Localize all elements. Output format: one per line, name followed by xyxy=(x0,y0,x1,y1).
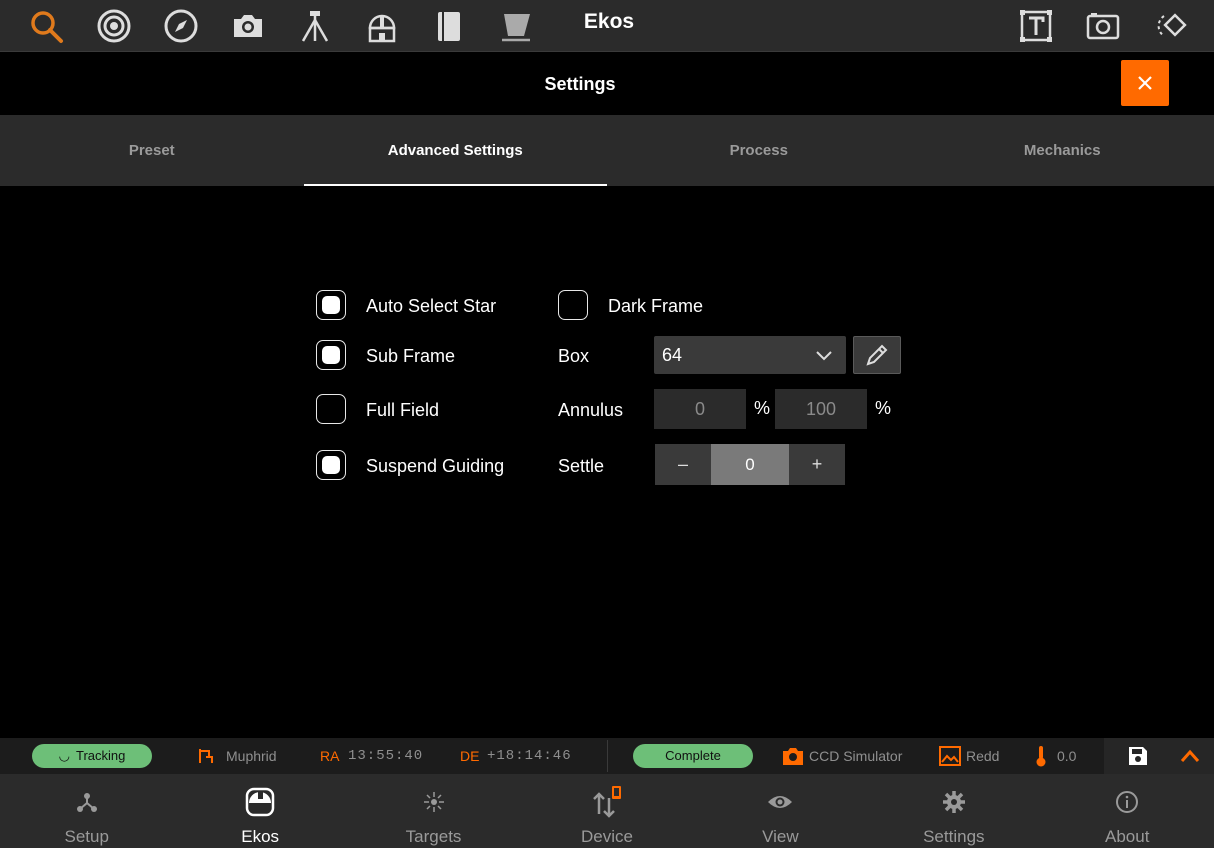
thermometer-icon xyxy=(1036,746,1046,767)
capture-status-badge: Complete xyxy=(633,744,753,768)
box-size-value: 64 xyxy=(662,345,683,365)
box-size-select[interactable]: 64 xyxy=(654,336,846,374)
annulus-inner-input[interactable]: 0 xyxy=(654,389,746,429)
edit-box-button[interactable] xyxy=(853,336,901,374)
settle-decrement-button[interactable]: – xyxy=(655,444,711,485)
setup-icon xyxy=(76,793,97,812)
camera-icon[interactable] xyxy=(226,4,270,48)
tab-preset[interactable]: Preset xyxy=(0,115,304,186)
full-field-checkbox[interactable] xyxy=(316,394,346,424)
eye-icon xyxy=(768,796,793,808)
sub-frame-label: Sub Frame xyxy=(366,346,456,366)
nav-view[interactable]: View xyxy=(694,774,867,848)
tab-mechanics[interactable]: Mechanics xyxy=(911,115,1214,186)
mount-icon xyxy=(199,749,213,763)
book-icon[interactable] xyxy=(427,4,471,48)
nav-setup-label: Setup xyxy=(64,827,109,846)
sub-frame-checkbox[interactable] xyxy=(316,340,346,370)
de-value: +18:14:46 xyxy=(487,748,572,764)
nav-view-label: View xyxy=(762,827,799,846)
close-icon xyxy=(1138,76,1152,90)
de-label: DE xyxy=(460,748,480,764)
screenshot-icon[interactable] xyxy=(1081,4,1125,48)
status-actions xyxy=(1104,738,1214,774)
auto-select-star-checkbox[interactable] xyxy=(316,290,346,320)
suspend-guiding-checkbox[interactable] xyxy=(316,450,346,480)
nav-settings-label: Settings xyxy=(923,827,985,846)
bottom-navigation: Setup Ekos Targets Device View Settings … xyxy=(0,774,1214,848)
nav-device-label: Device xyxy=(580,827,633,846)
temperature-value: 0.0 xyxy=(1057,748,1077,764)
nav-settings[interactable]: Settings xyxy=(867,774,1040,848)
targets-icon xyxy=(423,792,444,812)
tab-advanced-settings[interactable]: Advanced Settings xyxy=(303,115,608,186)
annulus-inner-unit: % xyxy=(754,398,771,418)
text-frame-icon[interactable] xyxy=(1014,4,1058,48)
settle-value[interactable]: 0 xyxy=(711,444,789,485)
advanced-settings-panel: Auto Select Star Sub Frame Full Field Su… xyxy=(0,186,1214,738)
app-title: Ekos xyxy=(583,10,635,33)
top-toolbar: Ekos xyxy=(0,0,1214,52)
full-field-label: Full Field xyxy=(366,400,440,420)
dark-frame-label: Dark Frame xyxy=(608,296,704,316)
tripod-icon[interactable] xyxy=(293,4,337,48)
tab-process[interactable]: Process xyxy=(607,115,911,186)
nav-targets[interactable]: Targets xyxy=(347,774,520,848)
dark-frame-checkbox[interactable] xyxy=(558,290,588,320)
nav-ekos[interactable]: Ekos xyxy=(173,774,346,848)
status-divider xyxy=(607,740,608,772)
pencil-icon xyxy=(866,344,888,366)
settings-tabs: Preset Advanced Settings Process Mechani… xyxy=(0,115,1214,186)
camera-name: CCD Simulator xyxy=(809,748,903,764)
spinner-icon: ◡ xyxy=(58,748,70,763)
ra-label: RA xyxy=(320,748,340,764)
device-icon xyxy=(593,786,621,818)
status-bar: ◡ Tracking Muphrid RA 13:55:40 DE +18:14:… xyxy=(0,738,1214,774)
nav-about-label: About xyxy=(1105,827,1150,846)
annulus-outer-input[interactable]: 100 xyxy=(775,389,867,429)
nav-device[interactable]: Device xyxy=(520,774,693,848)
rotate-icon[interactable] xyxy=(1148,4,1192,48)
auto-select-star-label: Auto Select Star xyxy=(366,296,497,316)
box-label: Box xyxy=(558,346,590,366)
chevron-down-icon xyxy=(816,351,832,361)
save-icon[interactable] xyxy=(1128,746,1148,766)
tracking-status-badge: ◡ Tracking xyxy=(32,744,152,768)
nav-about[interactable]: About xyxy=(1041,774,1214,848)
annulus-label: Annulus xyxy=(558,400,624,420)
settle-label: Settle xyxy=(558,456,605,476)
image-name: Redd xyxy=(966,748,1000,764)
compass-icon[interactable] xyxy=(159,4,203,48)
settle-stepper: – 0 + xyxy=(655,444,845,485)
observatory-icon[interactable] xyxy=(360,4,404,48)
tracking-status-label: Tracking xyxy=(75,748,126,763)
target-name: Muphrid xyxy=(226,748,277,764)
annulus-outer-unit: % xyxy=(875,398,892,418)
settle-increment-button[interactable]: + xyxy=(789,444,845,485)
nav-setup[interactable]: Setup xyxy=(0,774,173,848)
gear-icon xyxy=(942,791,965,813)
nav-targets-label: Targets xyxy=(405,827,462,846)
ekos-icon xyxy=(245,787,275,817)
settings-title: Settings xyxy=(544,74,616,94)
camera-status-icon xyxy=(783,748,803,765)
info-icon xyxy=(1116,791,1139,813)
settings-header: Settings xyxy=(0,53,1214,115)
chevron-up-icon[interactable] xyxy=(1180,748,1200,764)
close-button[interactable] xyxy=(1121,60,1169,106)
ra-value: 13:55:40 xyxy=(348,748,424,764)
nav-ekos-label: Ekos xyxy=(241,827,280,846)
target-icon[interactable] xyxy=(92,4,136,48)
image-icon xyxy=(939,746,961,766)
search-icon[interactable] xyxy=(24,4,68,48)
suspend-guiding-label: Suspend Guiding xyxy=(366,456,505,476)
filter-icon[interactable] xyxy=(494,4,538,48)
